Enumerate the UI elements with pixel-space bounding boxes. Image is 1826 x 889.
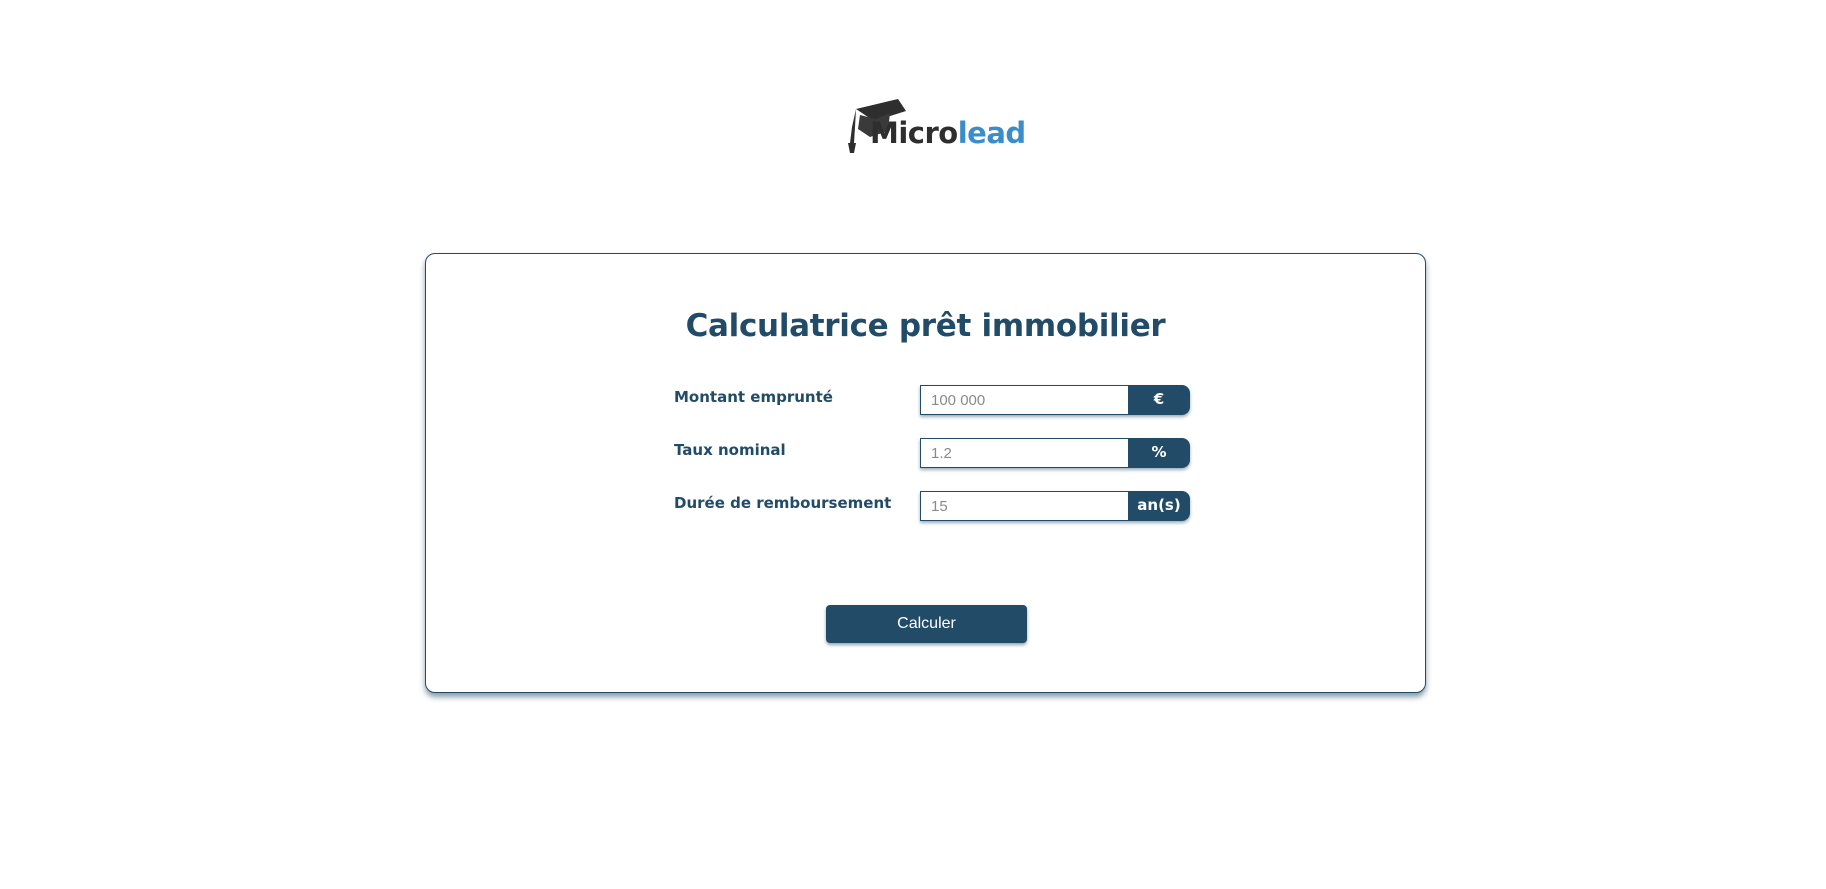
interest-rate-unit: % [1128, 438, 1190, 468]
loan-duration-row: Durée de remboursement an(s) [674, 491, 1194, 522]
loan-duration-input[interactable] [920, 491, 1130, 521]
loan-duration-label: Durée de remboursement [674, 494, 892, 512]
calculator-title: Calculatrice prêt immobilier [685, 308, 1166, 344]
interest-rate-input[interactable] [920, 438, 1130, 468]
brand-name: Microlead [870, 119, 1026, 148]
loan-amount-label: Montant emprunté [674, 388, 833, 406]
calculate-button[interactable]: Calculer [826, 605, 1027, 643]
brand-name-part2: lead [957, 116, 1026, 150]
interest-rate-group: % [920, 438, 1190, 468]
loan-duration-group: an(s) [920, 491, 1190, 521]
brand-logo: Microlead [846, 97, 1026, 157]
loan-calculator-card: Calculatrice prêt immobilier Montant emp… [425, 253, 1426, 693]
brand-name-part1: Micro [870, 116, 958, 150]
loan-amount-input[interactable] [920, 385, 1130, 415]
page: Microlead Calculatrice prêt immobilier M… [0, 0, 1826, 889]
loan-amount-group: € [920, 385, 1190, 415]
loan-amount-unit: € [1128, 385, 1190, 415]
loan-amount-row: Montant emprunté € [674, 385, 1194, 416]
interest-rate-label: Taux nominal [674, 441, 786, 459]
loan-duration-unit: an(s) [1128, 491, 1190, 521]
interest-rate-row: Taux nominal % [674, 438, 1194, 469]
